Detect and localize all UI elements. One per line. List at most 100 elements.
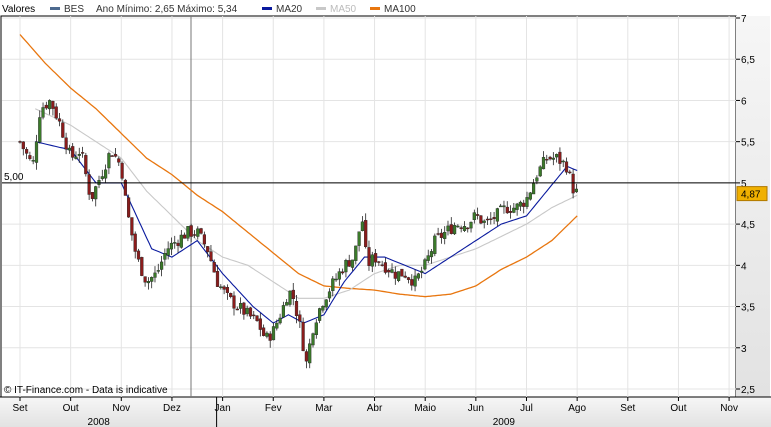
candle-body-48 [176, 242, 180, 246]
candle-body-87 [304, 351, 308, 362]
candle-body-144 [492, 217, 496, 220]
candle-body-161 [548, 156, 552, 160]
candle-body-104 [360, 221, 364, 232]
candle-body-51 [186, 226, 190, 239]
candle-body-28 [110, 155, 114, 157]
y-axis-panel [736, 16, 770, 397]
candle-body-70 [248, 307, 253, 317]
price-chart: Valores BES Ano Mínimo: 2,65 Máximo: 5,3… [0, 0, 771, 427]
candle-body-0 [18, 141, 22, 143]
candle-body-18 [77, 153, 81, 156]
candle-body-77 [271, 326, 276, 341]
candle-body-167 [568, 171, 572, 174]
candle-body-89 [311, 333, 315, 346]
candle-body-109 [377, 261, 381, 263]
candle-body-30 [117, 158, 121, 163]
candle-body-56 [202, 234, 206, 245]
candle-body-58 [209, 251, 213, 262]
candle-body-41 [153, 272, 157, 278]
candle-body-23 [94, 186, 98, 200]
candle-body-19 [80, 152, 85, 154]
year-label-0: 2008 [88, 417, 111, 427]
candle-body-1 [21, 141, 25, 150]
candle-body-88 [308, 343, 312, 364]
candle-body-71 [252, 314, 256, 317]
candle-body-164 [558, 151, 562, 164]
candle-body-108 [374, 253, 378, 263]
candle-body-163 [555, 154, 559, 158]
candle-body-100 [347, 260, 351, 267]
candle-body-29 [113, 154, 118, 157]
candle-body-72 [255, 315, 259, 321]
candle-body-13 [61, 122, 65, 138]
candle-body-121 [416, 273, 420, 279]
candle-body-127 [436, 233, 440, 235]
candle-body-107 [370, 254, 374, 267]
candle-body-65 [232, 295, 236, 309]
candle-body-140 [479, 215, 483, 224]
last-value-label: 4,87 [741, 190, 761, 201]
candle-body-52 [189, 225, 193, 237]
candle-body-148 [505, 206, 509, 214]
candle-body-57 [206, 246, 210, 253]
candle-body-66 [235, 308, 239, 311]
candle-body-14 [64, 137, 68, 150]
candle-body-126 [433, 235, 437, 254]
candle-body-162 [551, 157, 555, 160]
candle-body-15 [67, 147, 71, 151]
candle-body-90 [314, 322, 318, 336]
x-tick-label-2: Nov [112, 403, 130, 414]
candle-body-44 [163, 252, 167, 260]
candle-body-123 [423, 259, 427, 270]
candle-body-91 [318, 308, 322, 321]
candle-body-59 [212, 262, 216, 273]
candle-body-99 [344, 260, 348, 273]
candle-body-120 [413, 275, 417, 287]
candle-body-8 [44, 104, 48, 109]
candle-body-103 [357, 231, 361, 246]
candle-body-80 [281, 305, 285, 318]
legend-ma100: MA100 [384, 4, 416, 15]
candle-body-17 [74, 156, 78, 159]
x-tick-label-5: Fev [265, 403, 282, 414]
candle-body-82 [288, 290, 292, 305]
candle-body-33 [126, 197, 131, 218]
x-tick-label-14: Nov [720, 403, 738, 414]
candle-body-6 [38, 117, 42, 143]
candle-body-165 [561, 160, 565, 163]
candle-body-116 [400, 268, 404, 277]
candle-body-128 [439, 232, 443, 238]
candle-body-75 [265, 332, 269, 337]
candle-body-141 [482, 220, 486, 223]
candle-body-85 [298, 314, 302, 322]
candle-body-3 [28, 155, 32, 159]
candle-body-96 [334, 278, 338, 281]
candle-body-31 [120, 162, 124, 179]
y-tick-label-4: 4,5 [741, 220, 755, 231]
candle-body-68 [242, 302, 246, 315]
candle-body-36 [136, 250, 141, 260]
candle-body-143 [489, 218, 493, 221]
candle-body-20 [84, 155, 88, 175]
candle-body-124 [426, 255, 430, 261]
candle-body-25 [100, 176, 104, 179]
x-tick-label-7: Abr [367, 403, 383, 414]
candle-body-9 [48, 100, 52, 110]
candle-body-160 [545, 158, 549, 161]
legend-swatch-ma20 [262, 7, 272, 10]
candle-body-54 [196, 228, 200, 237]
candle-body-97 [337, 271, 341, 280]
candle-body-7 [41, 107, 45, 118]
candle-body-110 [380, 264, 384, 266]
candle-body-95 [331, 278, 335, 292]
candle-body-64 [229, 293, 233, 298]
y-tick-label-3: 4 [741, 261, 747, 272]
x-tick-label-1: Out [63, 403, 79, 414]
candle-body-46 [169, 242, 173, 250]
candle-body-34 [130, 217, 134, 236]
candle-body-135 [462, 225, 467, 231]
x-tick-label-3: Dez [163, 403, 181, 414]
candle-body-113 [390, 269, 394, 273]
candle-body-152 [518, 201, 522, 207]
candle-body-122 [420, 270, 424, 273]
